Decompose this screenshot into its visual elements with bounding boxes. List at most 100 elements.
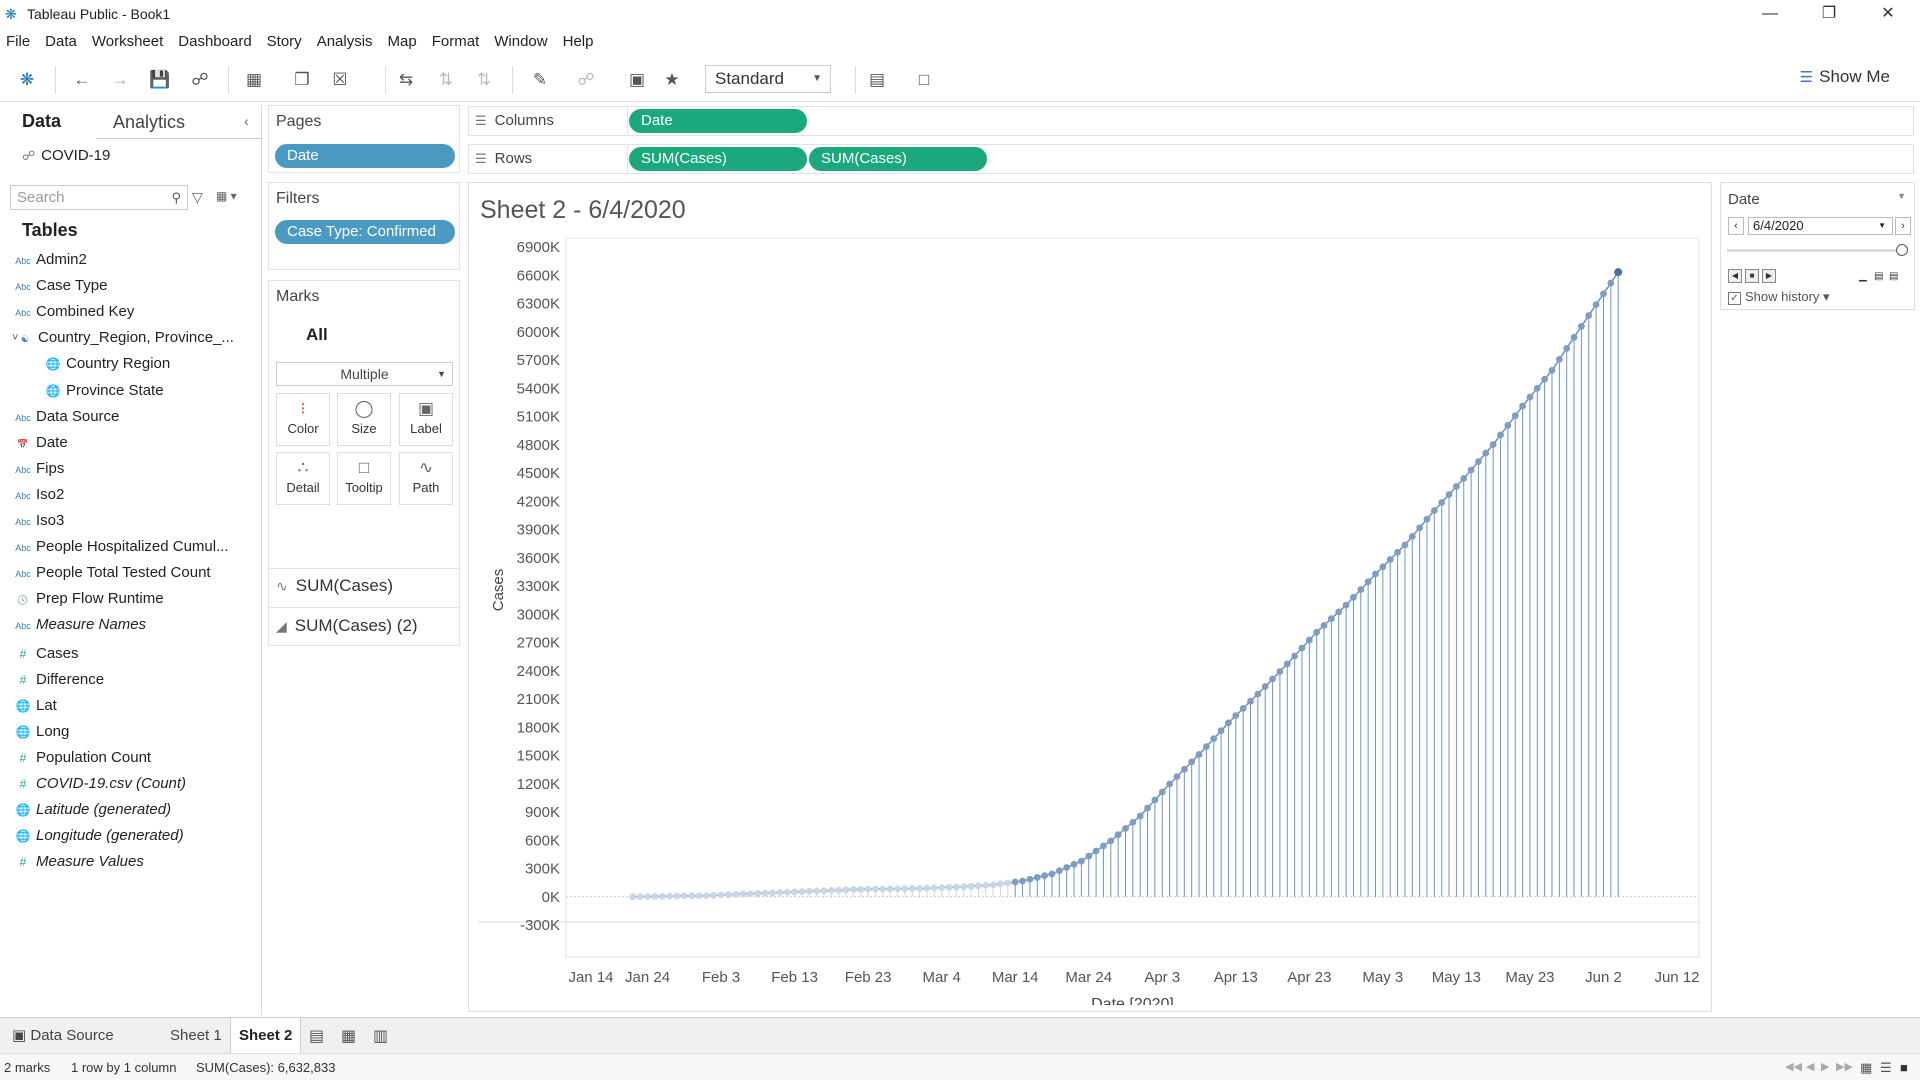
tab-data-source[interactable]: ▣ Data Source bbox=[4, 1018, 122, 1053]
grid-view-icon[interactable]: ▦ bbox=[1860, 1060, 1872, 1076]
page-slider-track[interactable] bbox=[1727, 249, 1899, 252]
fit-dropdown[interactable]: Standard ▼ bbox=[705, 65, 831, 93]
next-page-button[interactable]: › bbox=[1895, 217, 1911, 235]
new-worksheet-icon[interactable]: ▤ bbox=[309, 1026, 324, 1046]
field-item[interactable]: # COVID-19.csv (Count) bbox=[10, 772, 186, 796]
filter-icon[interactable]: ▽ bbox=[192, 189, 203, 206]
pages-date-pill[interactable]: Date bbox=[275, 144, 455, 168]
menu-help[interactable]: Help bbox=[557, 30, 600, 54]
color-button[interactable]: ⁝ Color bbox=[276, 393, 330, 446]
field-item[interactable]: Abc People Total Tested Count bbox=[10, 561, 210, 585]
field-item[interactable]: # Difference bbox=[10, 668, 104, 692]
new-story-icon[interactable]: ▥ bbox=[373, 1026, 388, 1046]
speed-fast-icon[interactable]: ▤ bbox=[1889, 271, 1902, 283]
menu-data[interactable]: Data bbox=[39, 30, 83, 54]
prev-page-button[interactable]: ‹ bbox=[1728, 217, 1744, 235]
field-item[interactable]: 🌐 Long bbox=[10, 720, 70, 744]
sort-descending-icon[interactable]: ⇅ bbox=[472, 68, 496, 92]
field-item[interactable]: 🌐 Province State bbox=[40, 379, 164, 403]
field-item[interactable]: Abc People Hospitalized Cumul... bbox=[10, 535, 228, 559]
field-item[interactable]: # Population Count bbox=[10, 746, 151, 770]
tab-sheet-1[interactable]: Sheet 1 bbox=[162, 1018, 230, 1053]
minimize-button[interactable]: — bbox=[1743, 0, 1797, 28]
field-item[interactable]: 🌐 Country Region bbox=[40, 352, 171, 376]
stop-button[interactable]: ■ bbox=[1745, 269, 1759, 283]
tooltip-button[interactable]: □ Tooltip bbox=[337, 452, 391, 505]
menu-map[interactable]: Map bbox=[382, 30, 423, 54]
size-button[interactable]: ◯ Size bbox=[337, 393, 391, 446]
prev-icon[interactable]: ◀ bbox=[1806, 1060, 1814, 1073]
filter-case-type-pill[interactable]: Case Type: Confirmed bbox=[275, 220, 455, 244]
first-page-icon[interactable]: ◀◀ bbox=[1785, 1060, 1802, 1073]
field-item[interactable]: Abc Case Type bbox=[10, 274, 107, 298]
chart-svg[interactable]: -300K 0K 300K 600K 900K 1200K 1500K 1800K 2100K 2… bbox=[478, 235, 1703, 1013]
play-forward-button[interactable]: ▶ bbox=[1762, 269, 1776, 283]
field-item[interactable]: 🕓 Prep Flow Runtime bbox=[10, 587, 163, 611]
presentation-mode-icon[interactable]: □ bbox=[912, 68, 936, 92]
menu-story[interactable]: Story bbox=[261, 30, 308, 54]
view-options-icon[interactable]: ▦ ▾ bbox=[216, 189, 237, 203]
restore-button[interactable]: ❐ bbox=[1802, 0, 1856, 28]
field-item[interactable]: # Measure Values bbox=[10, 850, 144, 874]
detail-button[interactable]: ∴ Detail bbox=[276, 452, 330, 505]
marks-layer-line[interactable]: ∿ SUM(Cases) bbox=[276, 576, 456, 596]
show-cards-icon[interactable]: ▤ bbox=[865, 68, 889, 92]
highlight-icon[interactable]: ✎ bbox=[528, 68, 552, 92]
list-view-icon[interactable]: ☰ bbox=[1880, 1060, 1892, 1076]
field-item[interactable]: Abc Fips bbox=[10, 457, 64, 481]
field-item[interactable]: Abc Combined Key bbox=[10, 300, 134, 324]
tableau-home-icon[interactable]: ❋ bbox=[15, 68, 39, 92]
sort-ascending-icon[interactable]: ⇅ bbox=[434, 68, 458, 92]
page-slider-handle[interactable] bbox=[1896, 244, 1908, 256]
field-item[interactable]: 🌐 Lat bbox=[10, 694, 57, 718]
close-button[interactable]: ✕ bbox=[1861, 0, 1915, 28]
collapse-pane-icon[interactable]: ‹ bbox=[244, 113, 249, 129]
field-item[interactable]: 🌐 Latitude (generated) bbox=[10, 798, 172, 822]
tab-analytics[interactable]: Analytics bbox=[113, 112, 185, 133]
menu-worksheet[interactable]: Worksheet bbox=[86, 30, 169, 54]
speed-medium-icon[interactable]: ▤ bbox=[1874, 271, 1887, 283]
next-icon[interactable]: ▶ bbox=[1821, 1060, 1829, 1073]
clear-sheet-icon[interactable]: ☒ bbox=[328, 68, 352, 92]
datasource-item[interactable]: ☍ COVID-19 bbox=[22, 147, 110, 164]
menu-window[interactable]: Window bbox=[488, 30, 553, 54]
marks-all-tab[interactable]: All bbox=[306, 325, 328, 345]
show-history-toggle[interactable]: ✓ Show history ▾ bbox=[1728, 289, 1830, 305]
menu-analysis[interactable]: Analysis bbox=[311, 30, 379, 54]
save-icon[interactable]: 💾 bbox=[148, 68, 172, 92]
field-item[interactable]: ˅ ☯ Country_Region, Province_... bbox=[12, 326, 234, 350]
last-page-icon[interactable]: ▶▶ bbox=[1836, 1060, 1853, 1073]
date-value-dropdown[interactable]: 6/4/2020 ▼ bbox=[1748, 217, 1893, 235]
redo-icon[interactable]: → bbox=[108, 68, 132, 92]
columns-date-pill[interactable]: Date bbox=[629, 109, 807, 133]
field-item[interactable]: 🌐 Longitude (generated) bbox=[10, 824, 184, 848]
fix-axes-icon[interactable]: ★ bbox=[660, 68, 684, 92]
mark-type-dropdown[interactable]: Multiple ▼ bbox=[276, 362, 453, 386]
path-button[interactable]: ∿ Path bbox=[399, 452, 453, 505]
menu-file[interactable]: File bbox=[0, 30, 36, 54]
field-item[interactable]: # Cases bbox=[10, 642, 79, 666]
duplicate-sheet-icon[interactable]: ❐ bbox=[290, 68, 314, 92]
field-item[interactable]: Abc Iso3 bbox=[10, 509, 64, 533]
group-members-icon[interactable]: ☍ bbox=[574, 68, 598, 92]
show-me-button[interactable]: ☰ Show Me bbox=[1800, 67, 1890, 87]
expand-icon[interactable]: ˅ bbox=[12, 326, 18, 350]
tab-sheet-2[interactable]: Sheet 2 bbox=[230, 1018, 302, 1053]
swap-rows-columns-icon[interactable]: ⇆ bbox=[394, 68, 418, 92]
undo-icon[interactable]: ← bbox=[70, 68, 94, 92]
tab-data[interactable]: Data bbox=[22, 111, 61, 132]
play-backward-button[interactable]: ◀ bbox=[1728, 269, 1742, 283]
field-item[interactable]: Abc Data Source bbox=[10, 405, 119, 429]
menu-dashboard[interactable]: Dashboard bbox=[172, 30, 257, 54]
field-item[interactable]: Abc Measure Names bbox=[10, 613, 146, 637]
field-item[interactable]: 📅 Date bbox=[10, 431, 67, 455]
show-mark-labels-icon[interactable]: ▣ bbox=[625, 68, 649, 92]
field-item[interactable]: Abc Admin2 bbox=[10, 248, 87, 272]
speed-slow-icon[interactable]: ▁ bbox=[1859, 271, 1872, 283]
chevron-down-icon[interactable]: ▼ bbox=[1897, 191, 1906, 201]
new-datasource-icon[interactable]: ☍ bbox=[188, 68, 212, 92]
search-input[interactable]: Search ⚲ bbox=[10, 185, 188, 210]
tab-view-icon[interactable]: ■ bbox=[1900, 1060, 1908, 1075]
rows-sum-cases-pill-1[interactable]: SUM(Cases) bbox=[629, 147, 807, 171]
marks-layer-area[interactable]: ◢ SUM(Cases) (2) bbox=[276, 616, 456, 636]
